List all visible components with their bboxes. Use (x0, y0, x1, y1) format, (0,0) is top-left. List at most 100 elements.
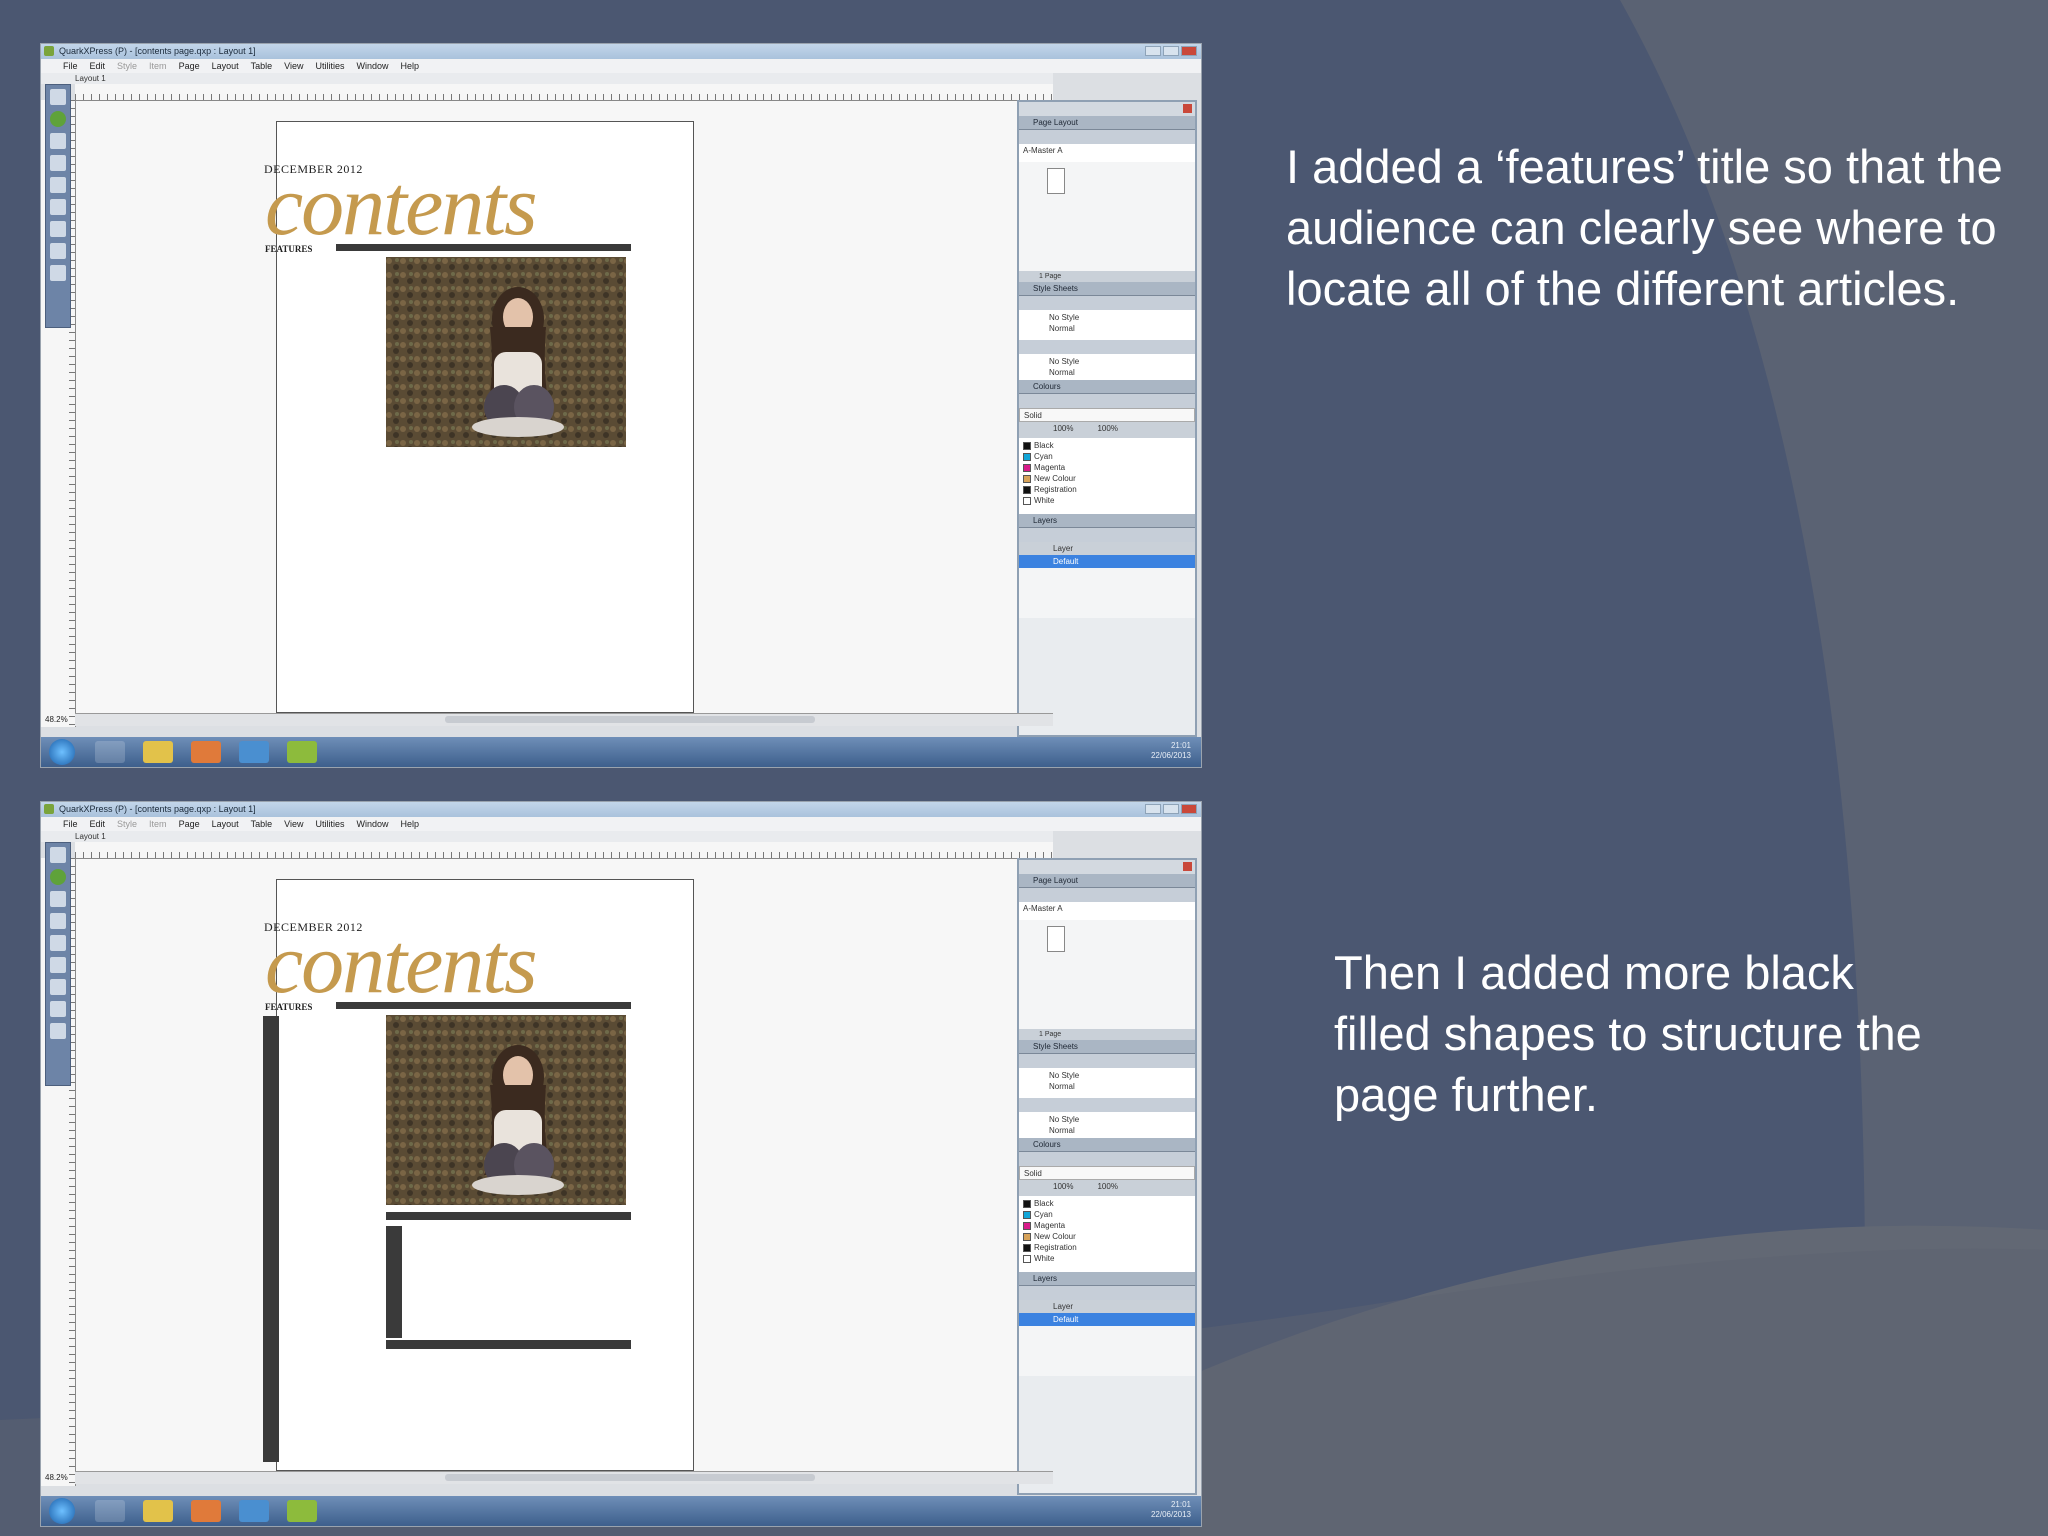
menu-view[interactable]: View (284, 817, 303, 831)
colour-item[interactable]: White (1023, 1253, 1191, 1264)
tab-layout-1[interactable]: Layout 1 (75, 832, 106, 841)
opacity-value[interactable]: 100% (1097, 424, 1117, 436)
page-1-thumbnail[interactable] (1047, 168, 1065, 194)
line-tool-icon[interactable] (50, 199, 66, 215)
style-no-style[interactable]: No Style (1049, 312, 1191, 323)
menu-page[interactable]: Page (179, 817, 200, 831)
text-box-tool-icon[interactable] (50, 155, 66, 171)
colour-item[interactable]: Registration (1023, 484, 1191, 495)
pen-tool-icon[interactable] (50, 221, 66, 237)
char-style-no-style[interactable]: No Style (1049, 356, 1191, 367)
cover-photo[interactable] (386, 257, 626, 447)
item-tool-icon[interactable] (50, 847, 66, 863)
menu-style[interactable]: Style (117, 817, 137, 831)
menu-table[interactable]: Table (251, 59, 273, 73)
menu-item[interactable]: Item (149, 817, 167, 831)
minimize-button[interactable] (1145, 46, 1161, 56)
menu-view[interactable]: View (284, 59, 303, 73)
menu-help[interactable]: Help (401, 59, 420, 73)
tab-layout-1[interactable]: Layout 1 (75, 74, 106, 83)
colours-field[interactable]: Solid (1019, 408, 1195, 422)
photo-under-rule-shape[interactable] (386, 1212, 631, 1220)
colours-header[interactable]: Colours (1019, 1138, 1195, 1152)
text-box-tool-icon[interactable] (50, 913, 66, 929)
master-a-item[interactable]: A-Master A (1023, 904, 1063, 913)
style-no-style[interactable]: No Style (1049, 1070, 1191, 1081)
palette-close-icon[interactable] (1183, 862, 1192, 871)
colour-item[interactable]: White (1023, 495, 1191, 506)
taskbar-explorer-icon[interactable] (143, 1500, 173, 1522)
menu-file[interactable]: File (63, 817, 78, 831)
colour-item[interactable]: Magenta (1023, 1220, 1191, 1231)
colours-field[interactable]: Solid (1019, 1166, 1195, 1180)
minimize-button[interactable] (1145, 804, 1161, 814)
start-button-icon[interactable] (49, 1498, 75, 1524)
short-vertical-bar-shape[interactable] (386, 1226, 402, 1338)
start-button-icon[interactable] (49, 739, 75, 765)
menu-edit[interactable]: Edit (90, 817, 106, 831)
item-tool-icon[interactable] (50, 89, 66, 105)
left-vertical-bar-shape[interactable] (263, 1016, 279, 1462)
page-1-thumbnail[interactable] (1047, 926, 1065, 952)
page-layout-header[interactable]: Page Layout (1019, 874, 1195, 888)
horizontal-scrollbar[interactable]: 48.2% (45, 713, 1053, 726)
colour-item[interactable]: Magenta (1023, 462, 1191, 473)
taskbar-media-icon[interactable] (191, 741, 221, 763)
layer-default-row[interactable]: Default (1019, 555, 1195, 568)
scrollbar-thumb[interactable] (445, 1474, 815, 1481)
lower-rule-shape[interactable] (386, 1340, 631, 1349)
menu-window[interactable]: Window (357, 817, 389, 831)
menu-utilities[interactable]: Utilities (316, 817, 345, 831)
opacity-value[interactable]: 100% (1097, 1182, 1117, 1194)
layer-default-row[interactable]: Default (1019, 1313, 1195, 1326)
taskbar-clock[interactable]: 21:01 22/06/2013 (1151, 741, 1191, 761)
menu-item[interactable]: Item (149, 59, 167, 73)
char-style-no-style[interactable]: No Style (1049, 1114, 1191, 1125)
table-tool-icon[interactable] (50, 1001, 66, 1017)
taskbar-show-desktop-icon[interactable] (95, 741, 125, 763)
picture-box-tool-icon[interactable] (50, 935, 66, 951)
menu-layout[interactable]: Layout (212, 59, 239, 73)
maximize-button[interactable] (1163, 46, 1179, 56)
colour-item[interactable]: Cyan (1023, 1209, 1191, 1220)
colour-item[interactable]: Black (1023, 440, 1191, 451)
layers-header[interactable]: Layers (1019, 514, 1195, 528)
menu-table[interactable]: Table (251, 817, 273, 831)
scrollbar-thumb[interactable] (445, 716, 815, 723)
close-button[interactable] (1181, 46, 1197, 56)
palette-close-icon[interactable] (1183, 104, 1192, 113)
char-style-normal[interactable]: Normal (1049, 1125, 1191, 1136)
colour-item[interactable]: Registration (1023, 1242, 1191, 1253)
maximize-button[interactable] (1163, 804, 1179, 814)
menu-utilities[interactable]: Utilities (316, 59, 345, 73)
style-normal[interactable]: Normal (1049, 1081, 1191, 1092)
menu-help[interactable]: Help (401, 817, 420, 831)
style-sheets-header[interactable]: Style Sheets (1019, 282, 1195, 296)
colour-item[interactable]: New Colour (1023, 473, 1191, 484)
content-tool-icon[interactable] (50, 133, 66, 149)
zoom-level[interactable]: 48.2% (45, 1473, 68, 1482)
char-style-normal[interactable]: Normal (1049, 367, 1191, 378)
menu-window[interactable]: Window (357, 59, 389, 73)
line-tool-icon[interactable] (50, 957, 66, 973)
taskbar-browser-icon[interactable] (239, 741, 269, 763)
move-tool-icon[interactable] (50, 111, 66, 127)
colour-item[interactable]: New Colour (1023, 1231, 1191, 1242)
taskbar-quark-icon[interactable] (287, 1500, 317, 1522)
layers-header[interactable]: Layers (1019, 1272, 1195, 1286)
taskbar-browser-icon[interactable] (239, 1500, 269, 1522)
taskbar-quark-icon[interactable] (287, 741, 317, 763)
taskbar-clock[interactable]: 21:01 22/06/2013 (1151, 1500, 1191, 1520)
shade-value[interactable]: 100% (1053, 424, 1073, 436)
zoom-tool-icon[interactable] (50, 265, 66, 281)
colours-header[interactable]: Colours (1019, 380, 1195, 394)
shade-value[interactable]: 100% (1053, 1182, 1073, 1194)
menu-edit[interactable]: Edit (90, 59, 106, 73)
menu-file[interactable]: File (63, 59, 78, 73)
menu-style[interactable]: Style (117, 59, 137, 73)
features-rule[interactable] (336, 244, 631, 251)
menu-layout[interactable]: Layout (212, 817, 239, 831)
colour-item[interactable]: Black (1023, 1198, 1191, 1209)
taskbar-media-icon[interactable] (191, 1500, 221, 1522)
features-rule[interactable] (336, 1002, 631, 1009)
